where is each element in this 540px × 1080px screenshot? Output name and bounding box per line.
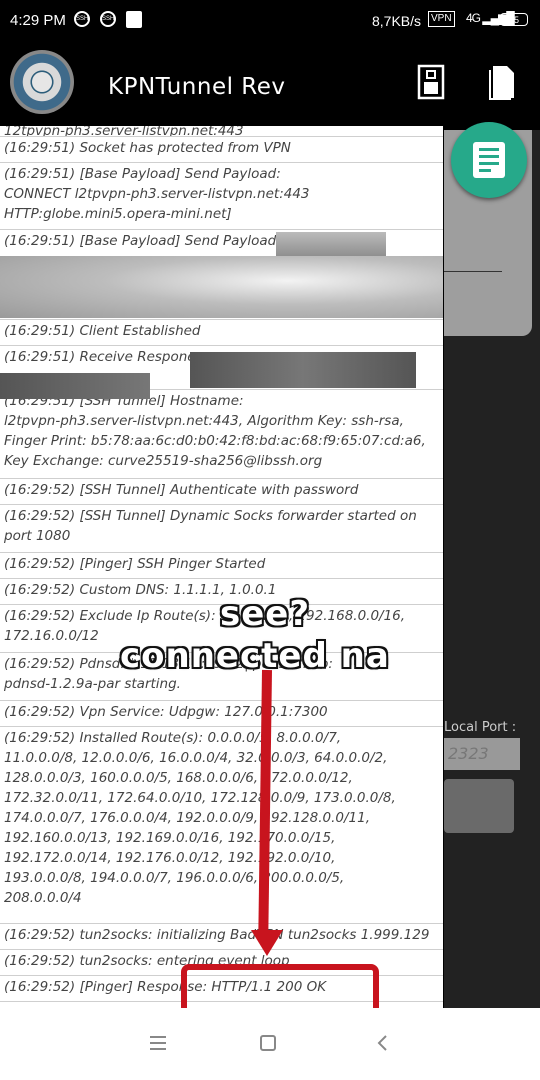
log-entry: (16:29:52) Vpn Service: Udpgw: 127.0.0.1… [0,701,443,727]
status-bar: 4:29 PM SSH SSH 8,7KB/s VPN 4G ▂▄▆█ 65 [0,0,540,40]
log-entry: (16:29:52) [Pinger] SSH Pinger Started [0,553,443,579]
background-form-panel: Local Port : 2323 [444,130,540,1010]
menu-icon[interactable] [150,1036,166,1050]
log-entry: 12tpvpn-ph3.server-listvpn.net:443 [0,126,443,137]
local-port-input[interactable]: 2323 [444,738,520,770]
ssh-icon: SSH [74,11,90,27]
log-entry: (16:29:52) Installed Route(s): 0.0.0.0/5… [0,727,443,924]
battery-icon: 65 [500,13,528,26]
redacted-area [0,256,443,318]
message-icon [126,11,142,28]
log-entry: (16:29:51) Client Established [0,320,443,346]
log-icon [473,142,505,178]
redacted-area [190,352,416,388]
log-entry: (16:29:52) tun2socks: initializing BadVP… [0,924,443,950]
app-logo-icon [10,50,74,114]
clear-log-icon[interactable] [416,64,446,100]
document-icon[interactable] [487,64,517,100]
app-bar: KPNTunnel Rev [0,40,540,130]
annotation-text-connected: connected na [120,636,390,676]
back-icon[interactable] [376,1035,388,1051]
app-title: KPNTunnel Rev [108,74,286,100]
ssh-icon: SSH [100,11,116,27]
local-port-label: Local Port : [444,720,517,735]
log-panel[interactable]: 12tpvpn-ph3.server-listvpn.net:443 (16:29… [0,126,443,1008]
log-entry: (16:29:51) [SSH Tunnel] Hostname: l2tpvp… [0,390,443,479]
status-time: 4:29 PM [10,12,66,29]
log-entry: (16:29:51) Socket has protected from VPN [0,137,443,163]
log-entry: (16:29:52) [SSH Tunnel] Authenticate wit… [0,479,443,505]
log-entry: (16:29:52) [SSH Tunnel] Dynamic Socks fo… [0,505,443,553]
vpn-badge: VPN [428,11,455,27]
connect-button[interactable] [444,779,514,833]
home-icon[interactable] [260,1035,276,1051]
log-fab-button[interactable] [451,122,527,198]
redacted-area [0,373,150,399]
network-speed: 8,7KB/s [372,13,422,29]
annotation-arrow-head [251,930,283,956]
log-entry: (16:29:51) [Base Payload] Send Payload: … [0,163,443,230]
annotation-text-see: see? [220,594,311,634]
